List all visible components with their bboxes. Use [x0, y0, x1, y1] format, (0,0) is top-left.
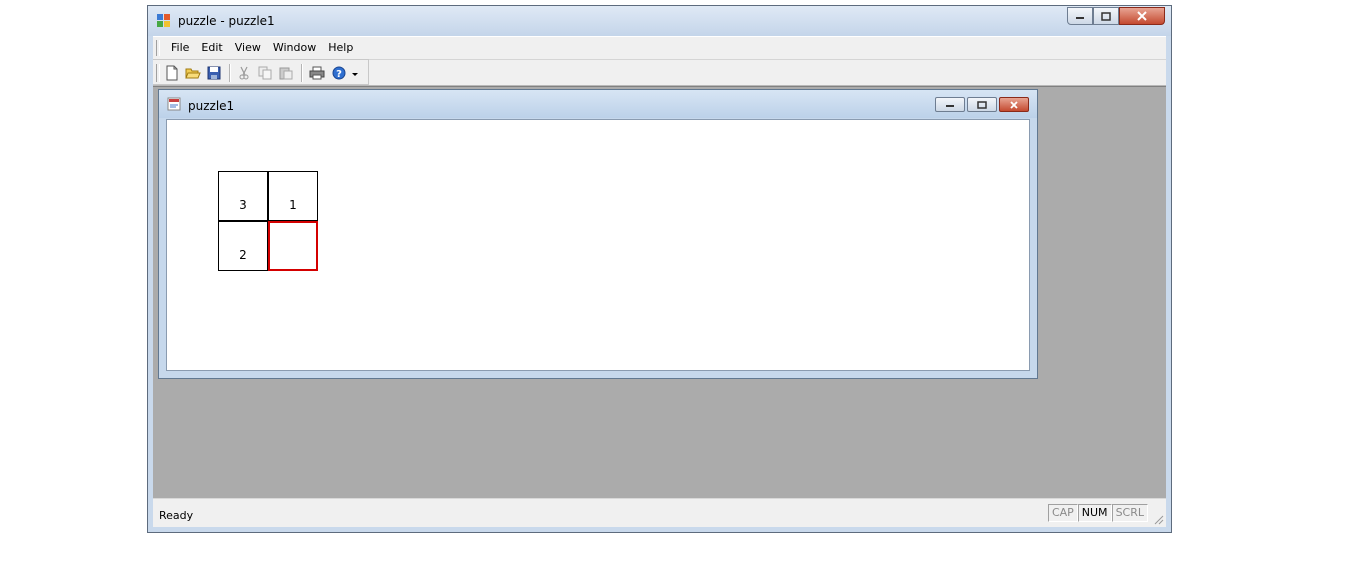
- mdi-client-area[interactable]: puzzle1 3 1 2: [153, 86, 1166, 499]
- child-close-button[interactable]: [999, 97, 1029, 112]
- minimize-icon: [946, 104, 954, 107]
- restore-icon: [1101, 11, 1111, 21]
- tile-label: 1: [289, 198, 297, 212]
- toolbar-separator: [229, 64, 231, 82]
- cap-indicator: CAP: [1047, 504, 1078, 522]
- cut-button[interactable]: [235, 64, 253, 82]
- close-button[interactable]: [1119, 7, 1165, 25]
- paste-button[interactable]: [277, 64, 295, 82]
- copy-button[interactable]: [256, 64, 274, 82]
- menu-file[interactable]: File: [165, 41, 195, 54]
- close-icon: [1010, 100, 1018, 109]
- chevron-down-icon: [352, 73, 358, 76]
- menu-view[interactable]: View: [229, 41, 267, 54]
- minimize-icon: [1076, 17, 1084, 19]
- open-icon: [185, 68, 201, 79]
- menu-grip[interactable]: [156, 40, 160, 56]
- document-icon[interactable]: [167, 97, 181, 111]
- maximize-button[interactable]: [1093, 7, 1119, 25]
- app-icon[interactable]: [156, 13, 172, 29]
- print-button[interactable]: [308, 64, 326, 82]
- save-icon: [207, 66, 221, 80]
- toolbar-dropdown[interactable]: [349, 64, 361, 82]
- new-icon: [166, 65, 178, 81]
- app-title: puzzle - puzzle1: [178, 14, 275, 28]
- toolbar-grip[interactable]: [156, 64, 160, 82]
- menu-edit[interactable]: Edit: [195, 41, 228, 54]
- menu-bar: File Edit View Window Help: [153, 36, 1166, 60]
- child-maximize-button[interactable]: [967, 97, 997, 112]
- minimize-button[interactable]: [1067, 7, 1093, 25]
- child-titlebar[interactable]: puzzle1: [159, 90, 1037, 118]
- menu-help[interactable]: Help: [322, 41, 359, 54]
- puzzle-tile[interactable]: 2: [218, 221, 268, 271]
- child-title: puzzle1: [188, 99, 235, 113]
- tile-label: 2: [239, 248, 247, 262]
- puzzle-canvas[interactable]: 3 1 2: [166, 119, 1030, 371]
- app-window: puzzle - puzzle1 File Edit View Window H…: [147, 5, 1172, 533]
- child-minimize-button[interactable]: [935, 97, 965, 112]
- status-bar: Ready CAP NUM SCRL: [153, 498, 1166, 527]
- paste-icon: [279, 67, 293, 80]
- svg-text:?: ?: [336, 69, 342, 80]
- new-button[interactable]: [163, 64, 181, 82]
- help-icon: ?: [332, 66, 346, 80]
- toolbar-separator: [301, 64, 303, 82]
- num-indicator: NUM: [1077, 504, 1112, 522]
- puzzle-empty-tile[interactable]: [268, 221, 318, 271]
- open-button[interactable]: [184, 64, 202, 82]
- maximize-icon: [977, 100, 987, 109]
- scrl-indicator: SCRL: [1111, 504, 1148, 522]
- app-titlebar[interactable]: puzzle - puzzle1: [148, 6, 1171, 36]
- print-icon: [309, 66, 325, 80]
- status-text: Ready: [159, 509, 194, 522]
- child-window: puzzle1 3 1 2: [158, 89, 1038, 379]
- copy-icon: [258, 66, 272, 80]
- close-icon: [1137, 11, 1147, 21]
- menu-window[interactable]: Window: [267, 41, 322, 54]
- resize-grip-icon[interactable]: [1152, 513, 1164, 525]
- tile-label: 3: [239, 198, 247, 212]
- puzzle-tile[interactable]: 3: [218, 171, 268, 221]
- puzzle-grid: 3 1 2: [218, 171, 318, 271]
- save-button[interactable]: [205, 64, 223, 82]
- puzzle-tile[interactable]: 1: [268, 171, 318, 221]
- app-frame: File Edit View Window Help ? puzzle1 3 1…: [153, 36, 1166, 527]
- cut-icon: [239, 66, 249, 80]
- help-button[interactable]: ?: [330, 64, 348, 82]
- toolbar: ?: [153, 59, 369, 85]
